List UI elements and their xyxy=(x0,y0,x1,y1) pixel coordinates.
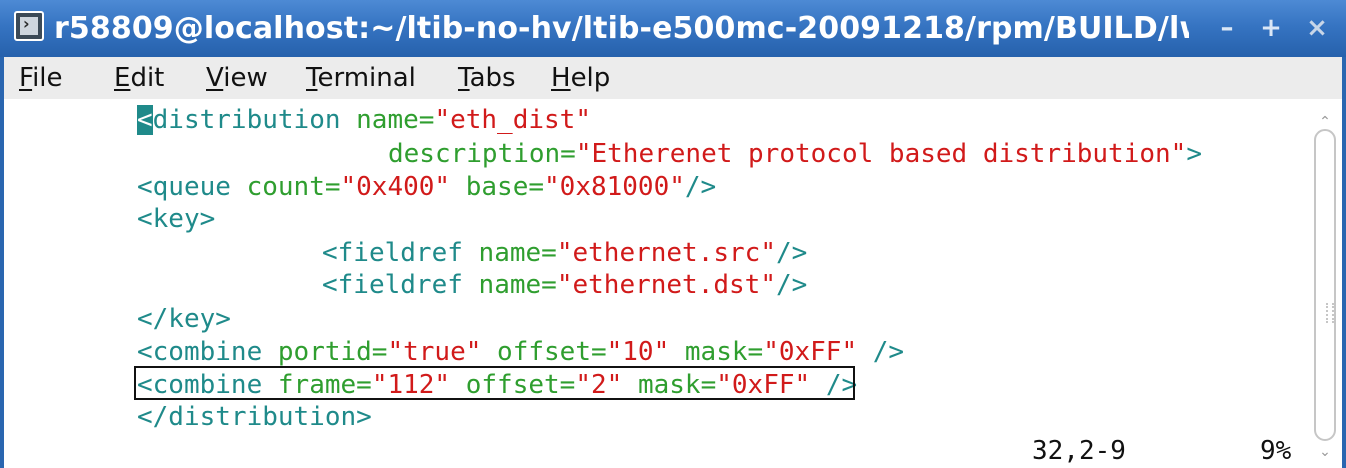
maximize-button[interactable]: + xyxy=(1252,9,1290,47)
code-line: <fieldref name="ethernet.dst"/> xyxy=(322,270,808,300)
code-line: description="Etherenet protocol based di… xyxy=(388,139,1202,169)
code-line: <key> xyxy=(137,204,216,234)
window-title: r58809@localhost:~/ltib-no-hv/ltib-e500m… xyxy=(54,11,1189,46)
code-line: </key> xyxy=(137,304,231,334)
close-button[interactable]: × xyxy=(1298,9,1336,47)
code-line: <combine portid="true" offset="10" mask=… xyxy=(137,337,905,367)
highlight-box xyxy=(134,366,855,400)
title-bar[interactable]: r58809@localhost:~/ltib-no-hv/ltib-e500m… xyxy=(0,0,1346,57)
code-line: <distribution name="eth_dist" xyxy=(137,105,591,135)
vertical-scrollbar[interactable]: ⌃ ⌄ xyxy=(1310,99,1342,468)
minimize-button[interactable]: – xyxy=(1208,9,1246,47)
menu-edit[interactable]: Edit xyxy=(114,62,164,94)
terminal-content[interactable]: <distribution name="eth_dist" descriptio… xyxy=(4,99,1342,468)
cursor-position: 32,2-9 xyxy=(1032,436,1126,466)
code-line: <queue count="0x400" base="0x81000"/> xyxy=(137,172,717,202)
menu-view[interactable]: View xyxy=(206,62,268,94)
menu-bar: File Edit View Terminal Tabs Help xyxy=(4,57,1342,99)
code-line: <fieldref name="ethernet.src"/> xyxy=(322,238,808,268)
menu-file[interactable]: File xyxy=(19,62,63,94)
code-line: </distribution> xyxy=(137,402,372,432)
grip-icon xyxy=(1326,303,1334,323)
scroll-down-arrow-icon[interactable]: ⌄ xyxy=(1314,441,1336,463)
text-cursor: < xyxy=(137,105,153,135)
menu-help[interactable]: Help xyxy=(551,62,610,94)
menu-tabs[interactable]: Tabs xyxy=(458,62,516,94)
scroll-percent: 9% xyxy=(1260,436,1292,466)
code-view: <distribution name="eth_dist" descriptio… xyxy=(4,99,1304,468)
terminal-icon xyxy=(14,11,44,41)
menu-terminal[interactable]: Terminal xyxy=(306,62,416,94)
scroll-thumb[interactable] xyxy=(1314,129,1336,441)
terminal-window: r58809@localhost:~/ltib-no-hv/ltib-e500m… xyxy=(0,0,1346,468)
